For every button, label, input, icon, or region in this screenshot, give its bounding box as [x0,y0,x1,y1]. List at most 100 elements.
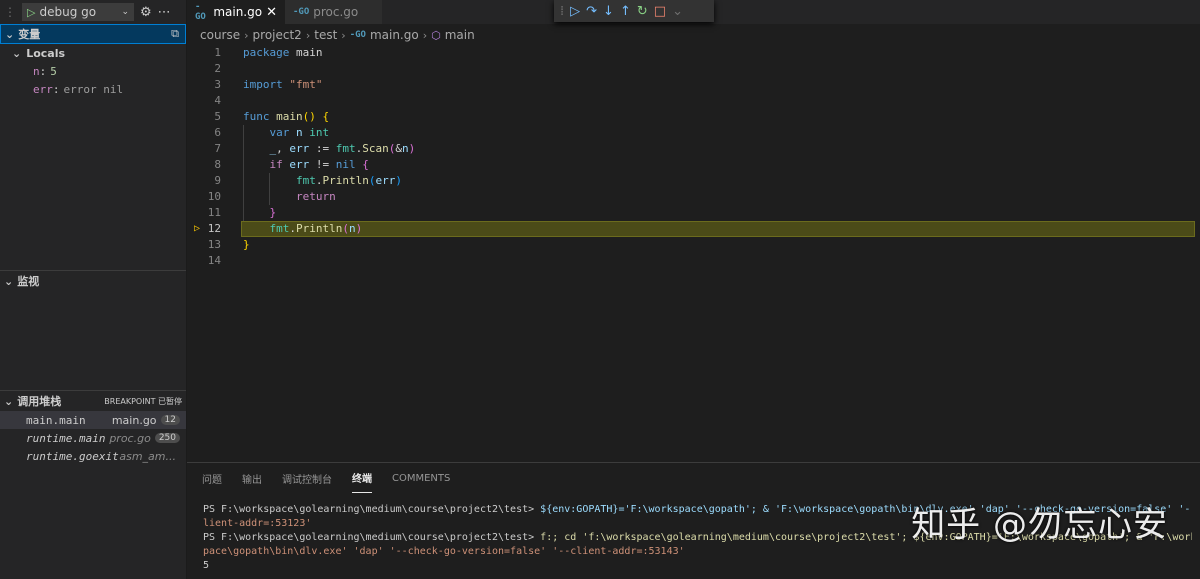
code-line: 2 [187,61,1200,77]
panel-tabs: 问题 输出 调试控制台 终端 COMMENTS [187,463,1200,493]
line-number: 13 [207,238,221,251]
chevron-right-icon: › [341,28,346,42]
stack-frame[interactable]: runtime.main proc.go 250 [0,429,186,447]
variables-title: 变量 [18,28,41,41]
continue-icon[interactable]: ▷ [570,4,580,19]
code-line: 13} [187,237,1200,253]
code-line: 5 func main() { [187,109,1200,125]
line-code: return [295,190,336,203]
tab-comments[interactable]: COMMENTS [392,463,450,493]
locals-scope[interactable]: ⌄ Locals [0,44,186,62]
drag-handle-icon[interactable]: ⁞ [560,4,564,19]
variable-value: 5 [50,64,57,78]
code-line: 6 var n int [187,125,1200,141]
tab-debug-console[interactable]: 调试控制台 [282,463,332,493]
variables-section-header[interactable]: ⌄ 变量 ⧉ [0,24,186,44]
chevron-down-icon[interactable]: ⌄ [672,4,683,19]
call-stack-section-header[interactable]: ⌄ 调用堆栈 BREAKPOINT 已暂停 [0,391,186,411]
chevron-right-icon: › [422,28,428,42]
code-line: 7 _, err := fmt.Scan(&n) [187,141,1200,157]
line-code: } [269,206,277,219]
line-number: 8 [214,158,221,171]
breadcrumb-item[interactable]: project2 [253,28,302,42]
chevron-down-icon[interactable]: ⌄ [121,7,129,17]
chevron-down-icon: ⌄ [5,27,15,41]
line-number: 12 [207,222,221,235]
restart-icon[interactable]: ↻ [637,4,648,19]
current-line-highlight [241,221,1195,237]
tab-output[interactable]: 输出 [242,463,262,493]
variable-value: error nil [63,82,124,96]
line-code: if err != nil { [269,158,369,171]
code-line: 4 [187,93,1200,109]
close-icon[interactable]: ✕ [266,5,277,20]
chevron-right-icon: › [305,28,311,42]
variable-row[interactable]: err: error nil [0,80,186,98]
terminal-prompt: PS F:\workspace\golearning\medium\course… [203,532,535,543]
watch-section-header[interactable]: ⌄ 监视 [0,271,186,291]
terminal-prompt: PS F:\workspace\golearning\medium\course… [203,504,535,515]
ellipsis-icon[interactable]: ⋯ [158,5,171,20]
step-out-icon[interactable]: ↑ [620,4,631,19]
line-number: 2 [214,62,221,75]
stack-frame[interactable]: runtime.goexit asm_am... [0,447,186,465]
stack-frame[interactable]: main.main main.go 12 [0,411,186,429]
code-line: 14 [187,253,1200,269]
chevron-down-icon: ⌄ [4,394,14,408]
code-line: 9 fmt.Println(err) [187,173,1200,189]
line-code: fmt.Println(n) [269,222,363,235]
frame-file: asm_am... [119,449,176,463]
breadcrumb-item[interactable]: main [445,28,475,42]
symbol-method-icon: ⬡ [431,28,441,42]
chevron-down-icon: ⌄ [4,274,14,288]
watermark: 知乎 @勿忘心安 [911,505,1168,545]
stop-icon[interactable]: □ [654,4,666,19]
call-stack-status: BREAKPOINT 已暂停 [104,396,182,406]
step-over-icon[interactable]: ↷ [586,4,597,19]
line-number: 6 [214,126,221,139]
debug-config-select[interactable]: ▷ debug go ⌄ [22,3,134,21]
tab-main-go[interactable]: -GO main.go ✕ [187,0,285,24]
chevron-down-icon: ⌄ [12,46,22,60]
frame-function: runtime.goexit [26,449,119,463]
line-code: import "fmt" [243,78,323,91]
play-icon[interactable]: ▷ [27,6,35,19]
code-editor[interactable]: 1 package main 2 3 import "fmt" 4 5 func ma… [187,45,1200,455]
go-file-icon: -GO [293,7,310,17]
breadcrumb-item[interactable]: main.go [370,28,419,42]
watch-section: ⌄ 监视 [0,270,186,291]
gear-icon[interactable]: ⚙ [140,5,152,20]
code-line: 3 import "fmt" [187,77,1200,93]
code-line: 11 } [187,205,1200,221]
breadcrumb-item[interactable]: test [314,28,337,42]
collapse-all-icon[interactable]: ⧉ [171,27,179,41]
tab-terminal[interactable]: 终端 [352,463,372,493]
breadcrumb-item[interactable]: course [200,28,240,42]
line-code: fmt.Println(err) [295,174,402,187]
chevron-right-icon: › [244,28,249,42]
call-stack-title: 调用堆栈 [17,395,62,408]
debug-toolbar: ⋮ ▷ debug go ⌄ ⚙ ⋯ [0,0,186,24]
tab-label: proc.go [313,5,359,19]
watch-title: 监视 [17,275,40,288]
line-number: 9 [214,174,221,187]
variable-name: err [33,82,53,96]
frame-file: main.go [111,413,157,427]
frame-file: proc.go [109,431,151,445]
terminal-line: 5 [203,560,210,571]
step-into-icon[interactable]: ↓ [603,4,614,19]
frame-function: runtime.main [26,431,106,445]
line-number: 4 [214,94,221,107]
frame-function: main.main [26,413,86,427]
drag-handle-icon[interactable]: ⋮ [4,5,16,19]
variable-row[interactable]: n: 5 [0,62,186,80]
call-stack-section: ⌄ 调用堆栈 BREAKPOINT 已暂停 main.main main.go … [0,390,186,465]
line-code: package main [243,46,323,59]
tab-problems[interactable]: 问题 [202,463,222,493]
debug-floating-toolbar: ⁞ ▷ ↷ ↓ ↑ ↻ □ ⌄ [554,0,714,22]
line-number: 11 [207,206,221,219]
tab-proc-go[interactable]: -GO proc.go [285,0,383,24]
line-number: 7 [214,142,221,155]
line-code: var n int [269,126,330,139]
line-number: 3 [214,78,221,91]
